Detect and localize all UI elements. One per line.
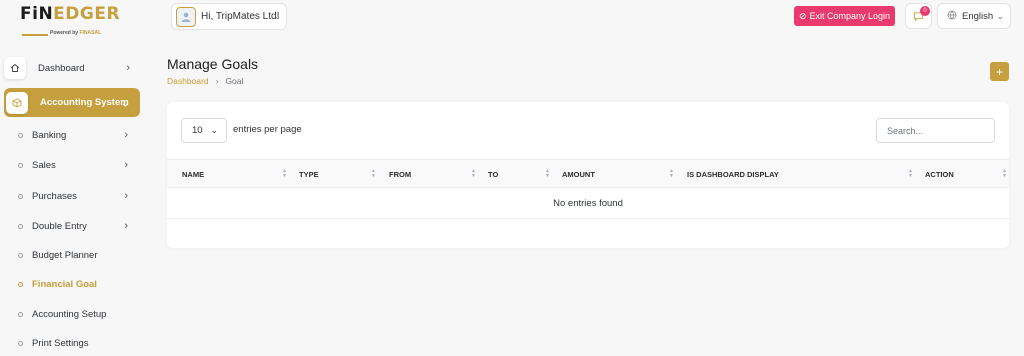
chevron-right-icon: › (124, 129, 128, 141)
sidebar-item-accounting-system[interactable]: Accounting System ⌄ (4, 88, 140, 117)
column-header-action[interactable]: Action (925, 160, 954, 189)
sort-icon[interactable]: ▲ ▼ (282, 169, 287, 179)
notification-badge: 0 (920, 6, 930, 16)
chevron-right-icon: › (124, 220, 128, 232)
bullet-icon (18, 132, 23, 138)
sort-icon[interactable]: ▲ ▼ (545, 169, 550, 179)
add-goal-button[interactable]: + (990, 62, 1009, 81)
sidebar-subitem-label: Accounting Setup (32, 308, 107, 320)
entries-value: 10 (192, 125, 203, 136)
column-header-type[interactable]: Type (299, 160, 319, 189)
bullet-icon (18, 252, 23, 258)
search-input[interactable] (876, 118, 995, 143)
breadcrumb-current: Goal (225, 76, 244, 86)
bullet-icon (18, 311, 23, 317)
column-header-amount[interactable]: Amount (562, 160, 595, 189)
logo-underline (22, 34, 48, 36)
bullet-icon (18, 162, 23, 168)
ban-icon: ⊘ (798, 10, 807, 21)
sidebar-subitem-label: Banking (32, 129, 67, 141)
bullet-icon (18, 223, 23, 229)
entries-per-page-select[interactable]: 10 ⌄ (181, 118, 227, 143)
box-icon (6, 91, 28, 114)
home-icon (4, 57, 26, 79)
user-greeting: Hi, TripMates Ltd! (201, 11, 280, 22)
sidebar-item-label: Accounting System (40, 97, 129, 108)
empty-table-message: No entries found (167, 188, 1009, 219)
sort-icon[interactable]: ▲ ▼ (1002, 169, 1007, 179)
sidebar-item-label: Dashboard (38, 62, 85, 74)
user-menu[interactable]: Hi, TripMates Ltd! ⌄ (171, 3, 287, 30)
sidebar-subitem-label: Purchases (32, 190, 77, 202)
chevron-right-icon: › (215, 76, 219, 86)
globe-icon (947, 10, 957, 23)
sidebar-subitem-banking[interactable]: Banking › (18, 126, 138, 144)
sidebar-subitem-label: Financial Goal (32, 278, 97, 290)
logo-wordmark: FiNEDGER (20, 4, 121, 24)
avatar (176, 6, 196, 27)
exit-label: Exit Company Login (809, 11, 891, 21)
chevron-down-icon: ⌄ (996, 10, 1004, 21)
chevron-right-icon: › (126, 62, 130, 74)
goals-table-card: 10 ⌄ entries per page Name ▲▼ Type ▲▼ Fr… (167, 102, 1009, 248)
sidebar-subitem-label: Budget Planner (32, 249, 98, 261)
column-header-from[interactable]: From (389, 160, 411, 189)
breadcrumb: Dashboard › Goal (167, 76, 243, 86)
entries-label: entries per page (233, 124, 302, 135)
sidebar-subitem-label: Print Settings (32, 337, 89, 349)
sidebar-subitem-accounting-setup[interactable]: Accounting Setup (18, 305, 138, 323)
notifications-button[interactable]: 0 (905, 3, 932, 29)
chevron-down-icon: ⌄ (120, 97, 130, 109)
page-title: Manage Goals (167, 56, 259, 72)
column-header-to[interactable]: To (488, 160, 498, 189)
sidebar-subitem-budget-planner[interactable]: Budget Planner (18, 246, 138, 264)
sidebar-item-dashboard[interactable]: Dashboard › (4, 56, 140, 80)
sidebar: FiNEDGER Powered by FINASAL Dashboard › … (0, 0, 151, 356)
language-label: English (962, 10, 994, 22)
sidebar-subitem-label: Double Entry (32, 220, 87, 232)
chevron-right-icon: › (124, 159, 128, 171)
chevron-down-icon: ⌄ (210, 125, 218, 135)
chevron-down-icon: ⌄ (273, 11, 281, 21)
sidebar-subitem-print-settings[interactable]: Print Settings (18, 334, 138, 352)
sidebar-subitem-label: Sales (32, 159, 56, 171)
sidebar-subitem-sales[interactable]: Sales › (18, 156, 138, 174)
logo-tagline: Powered by FINASAL (50, 30, 102, 36)
sort-icon[interactable]: ▲ ▼ (669, 169, 674, 179)
breadcrumb-dashboard[interactable]: Dashboard (167, 76, 209, 86)
bullet-icon (18, 281, 23, 287)
sidebar-subitem-purchases[interactable]: Purchases › (18, 187, 138, 205)
column-header-is-dashboard-display[interactable]: Is Dashboard Display (687, 160, 779, 189)
sort-icon[interactable]: ▲ ▼ (371, 169, 376, 179)
finledger-logo[interactable]: FiNEDGER Powered by FINASAL (20, 4, 130, 38)
language-selector[interactable]: English ⌄ (937, 3, 1011, 29)
table-header: Name ▲ ▼ Type ▲ ▼ From ▲ ▼ To ▲ ▼ Amount ▲ ▼ … (167, 159, 1009, 188)
bullet-icon (18, 340, 23, 346)
sort-icon[interactable]: ▲ ▼ (908, 169, 913, 179)
exit-company-login-button[interactable]: ⊘ Exit Company Login (794, 6, 895, 26)
chevron-right-icon: › (124, 190, 128, 202)
sidebar-subitem-double-entry[interactable]: Double Entry › (18, 217, 138, 235)
sidebar-subitem-financial-goal[interactable]: Financial Goal (18, 275, 138, 293)
bullet-icon (18, 193, 23, 199)
sort-icon[interactable]: ▲ ▼ (471, 169, 476, 179)
column-header-name[interactable]: Name (182, 160, 204, 189)
